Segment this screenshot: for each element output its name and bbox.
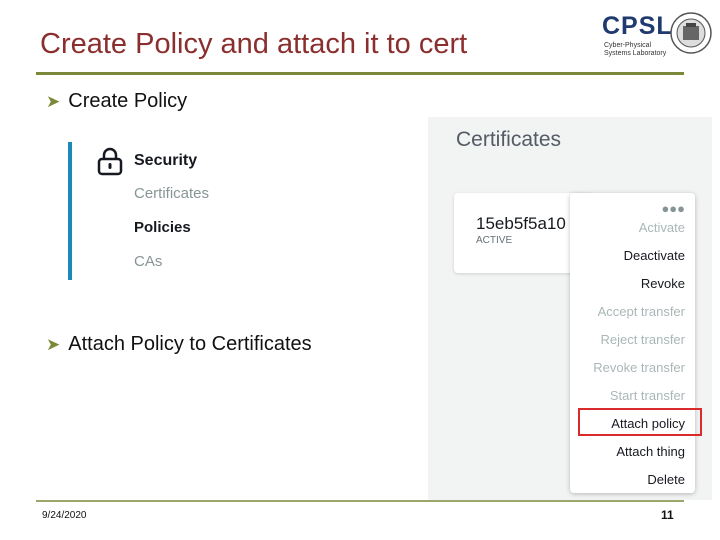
menu-item-revoke-transfer[interactable]: Revoke transfer bbox=[593, 360, 685, 375]
certificate-status: ACTIVE bbox=[476, 235, 513, 246]
certificates-screenshot: Certificates 15eb5f5a10 ACTIVE ●●● Activ… bbox=[428, 117, 712, 500]
slide-title: Create Policy and attach it to cert bbox=[40, 28, 468, 60]
logo-text: CPSL bbox=[602, 12, 673, 40]
nav-accent-bar bbox=[68, 142, 72, 280]
menu-item-start-transfer[interactable]: Start transfer bbox=[610, 388, 685, 403]
menu-item-deactivate[interactable]: Deactivate bbox=[624, 248, 685, 263]
menu-item-reject-transfer[interactable]: Reject transfer bbox=[600, 332, 685, 347]
menu-item-activate[interactable]: Activate bbox=[639, 220, 685, 235]
arrow-bullet-icon: ➤ bbox=[46, 92, 61, 111]
logo-subtitle-line2: Systems Laboratory bbox=[604, 50, 667, 57]
cpsl-logo: CPSL Cyber-Physical Systems Laboratory bbox=[598, 10, 714, 58]
nav-item-policies[interactable]: Policies bbox=[134, 219, 191, 236]
page-number: 11 bbox=[661, 508, 674, 522]
certificate-id: 15eb5f5a10 bbox=[476, 214, 566, 233]
bullet-text: Attach Policy to Certificates bbox=[68, 333, 312, 355]
menu-item-attach-thing[interactable]: Attach thing bbox=[616, 444, 685, 459]
logo-subtitle-line1: Cyber-Physical bbox=[604, 42, 652, 49]
bullet-attach-policy: ➤ Attach Policy to Certificates bbox=[46, 333, 312, 356]
footer-date: 9/24/2020 bbox=[42, 510, 87, 521]
actions-menu: ●●● Activate Deactivate Revoke Accept tr… bbox=[570, 193, 695, 493]
menu-item-delete[interactable]: Delete bbox=[647, 472, 685, 487]
university-seal-icon bbox=[670, 12, 712, 54]
nav-heading-security[interactable]: Security bbox=[134, 152, 197, 170]
title-divider bbox=[36, 72, 684, 75]
menu-item-revoke[interactable]: Revoke bbox=[641, 276, 685, 291]
more-options-icon[interactable]: ●●● bbox=[661, 201, 685, 216]
nav-item-certificates[interactable]: Certificates bbox=[134, 185, 209, 202]
certificates-title: Certificates bbox=[456, 128, 562, 151]
arrow-bullet-icon: ➤ bbox=[46, 335, 61, 354]
iot-nav-screenshot: Security Certificates Policies CAs bbox=[68, 142, 258, 282]
bullet-text: Create Policy bbox=[68, 90, 188, 112]
nav-item-cas[interactable]: CAs bbox=[134, 253, 162, 270]
lock-icon bbox=[97, 147, 123, 176]
attach-policy-highlight-box bbox=[578, 408, 702, 436]
footer-divider bbox=[36, 500, 684, 502]
bullet-create-policy: ➤ Create Policy bbox=[46, 90, 187, 113]
menu-item-accept-transfer[interactable]: Accept transfer bbox=[598, 304, 685, 319]
